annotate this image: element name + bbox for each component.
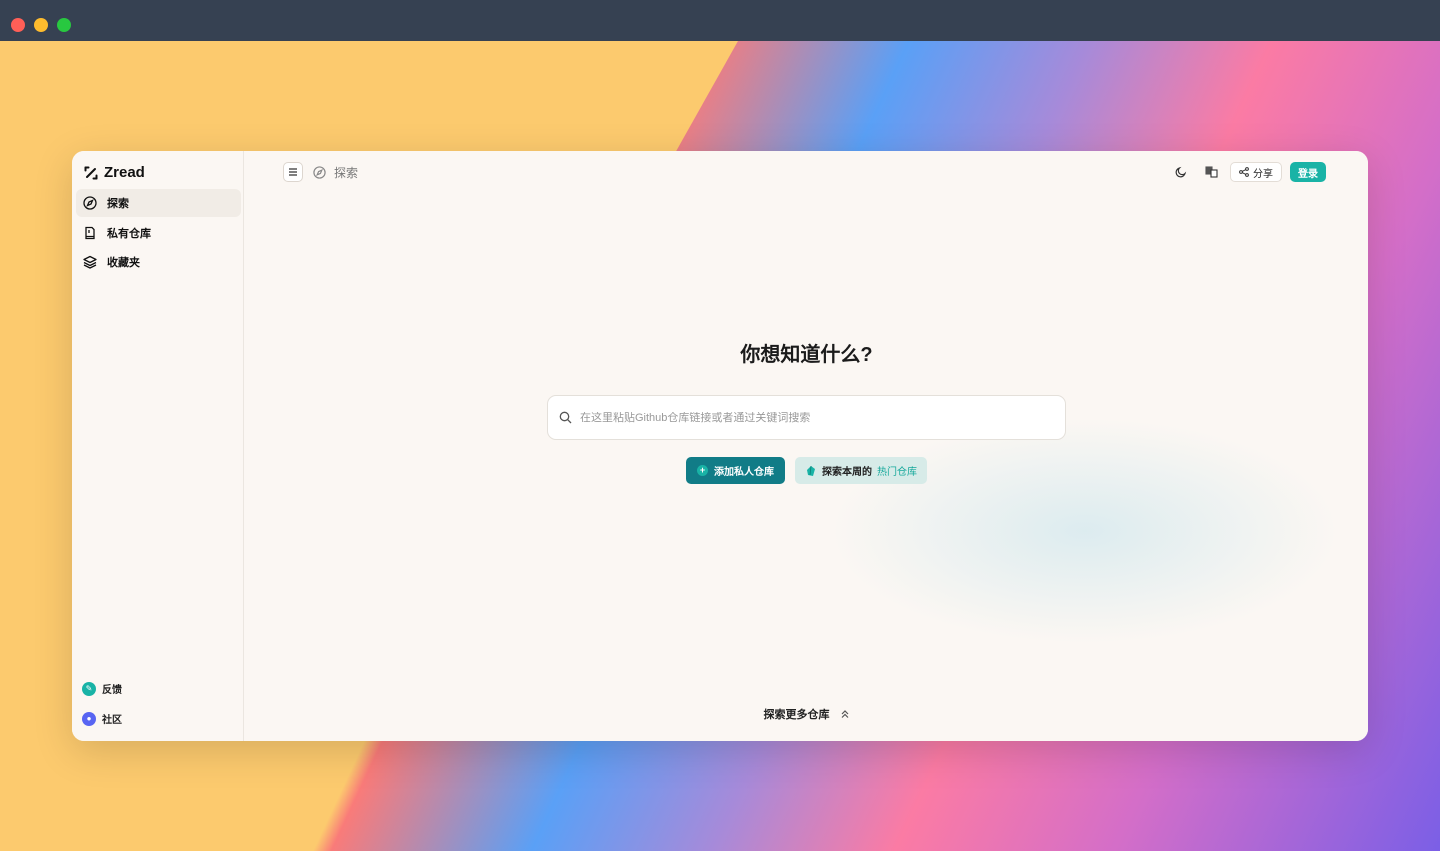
share-button[interactable]: 分享 [1230,162,1282,182]
breadcrumb: 探索 [313,164,358,181]
compass-icon [313,165,326,179]
theme-toggle-button[interactable] [1170,162,1192,182]
topbar-left: 探索 [283,162,358,182]
sidebar: Zread 探索 私有仓库 收藏夹 ✎ 反馈 ● 社区 [72,151,244,741]
maximize-window-button[interactable] [57,18,71,32]
community-label: 社区 [102,715,122,726]
close-window-button[interactable] [11,18,25,32]
gem-icon [807,465,815,476]
login-button[interactable]: 登录 [1290,162,1326,182]
topbar-right: 分享 登录 [1170,162,1326,182]
os-titlebar [0,0,1440,41]
explore-more-label: 探索更多仓库 [763,709,830,721]
main-content: 探索 分享 登录 你想知道什么? 在这里粘贴Github仓库链接或者通过关键词搜… [245,151,1368,741]
plus-icon: + [697,465,708,476]
sidebar-item-favorites[interactable]: 收藏夹 [76,248,241,276]
zread-logo-icon [84,166,98,179]
action-row: + 添加私人仓库 探索本周的 热门仓库 [245,457,1368,484]
layers-icon [83,255,97,269]
feedback-label: 反馈 [102,685,122,696]
sidebar-item-explore[interactable]: 探索 [76,189,241,217]
app-name: Zread [104,164,145,181]
moon-icon [1175,166,1187,178]
chevron-double-up-icon [841,710,848,718]
explore-prefix: 探索本周的 [822,467,872,478]
page-title: 你想知道什么? [740,344,873,366]
compass-icon [83,196,97,210]
language-button[interactable] [1200,162,1222,182]
explore-more-button[interactable]: 探索更多仓库 [245,706,1368,722]
share-label: 分享 [1253,168,1273,180]
feedback-icon: ✎ [82,681,96,696]
discord-icon: ● [82,711,96,726]
menu-icon [289,168,297,176]
brand[interactable]: Zread [84,164,145,181]
repo-icon [85,226,95,240]
community-link[interactable]: ● 社区 [82,711,122,726]
search-input[interactable] [580,411,1065,424]
sidebar-item-label: 探索 [107,198,129,210]
search-box[interactable] [547,395,1066,440]
sidebar-item-private-repos[interactable]: 私有仓库 [76,219,241,247]
sidebar-item-label: 收藏夹 [107,257,140,269]
explore-hot-label: 热门仓库 [877,467,917,478]
explore-trending-button[interactable]: 探索本周的 热门仓库 [795,457,927,484]
breadcrumb-label: 探索 [334,165,359,180]
minimize-window-button[interactable] [34,18,48,32]
share-icon [1239,167,1249,177]
feedback-link[interactable]: ✎ 反馈 [82,681,122,696]
add-private-repo-button[interactable]: + 添加私人仓库 [686,457,785,484]
add-private-repo-label: 添加私人仓库 [714,467,774,478]
app-window: Zread 探索 私有仓库 收藏夹 ✎ 反馈 ● 社区 探索 分享 登录 你想知… [72,151,1368,741]
search-icon [559,411,572,424]
translate-icon [1204,166,1218,178]
sidebar-item-label: 私有仓库 [107,228,151,240]
toggle-sidebar-button[interactable] [283,162,303,182]
